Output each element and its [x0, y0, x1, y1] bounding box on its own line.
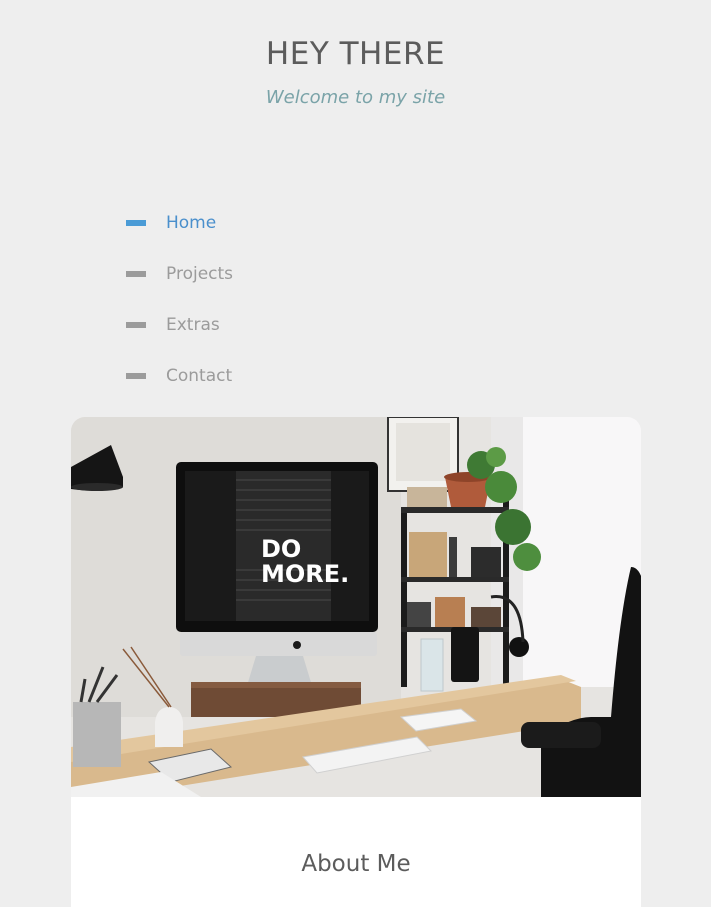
content-card: DO MORE. About Me	[71, 417, 641, 907]
nav-item-label: Projects	[166, 264, 234, 284]
nav-item-projects[interactable]: Projects	[126, 259, 233, 289]
hero-image: DO MORE.	[71, 417, 641, 797]
site-title: HEY THERE	[265, 36, 446, 72]
nav-item-home[interactable]: Home	[126, 208, 216, 238]
monitor-text-line1: DO	[261, 535, 301, 563]
nav-item-contact[interactable]: Contact	[126, 361, 232, 391]
nav-item-label: Home	[166, 213, 217, 233]
nav-marker-icon	[126, 322, 146, 328]
monitor-text-line2: MORE.	[261, 560, 349, 588]
about-title: About Me	[301, 851, 411, 877]
site-tagline: Welcome to my site	[265, 87, 446, 108]
nav-marker-icon	[126, 220, 146, 226]
nav-item-label: Contact	[166, 366, 233, 386]
nav-item-label: Extras	[166, 315, 220, 335]
nav-marker-icon	[126, 373, 146, 379]
nav-item-extras[interactable]: Extras	[126, 310, 220, 340]
nav-marker-icon	[126, 271, 146, 277]
